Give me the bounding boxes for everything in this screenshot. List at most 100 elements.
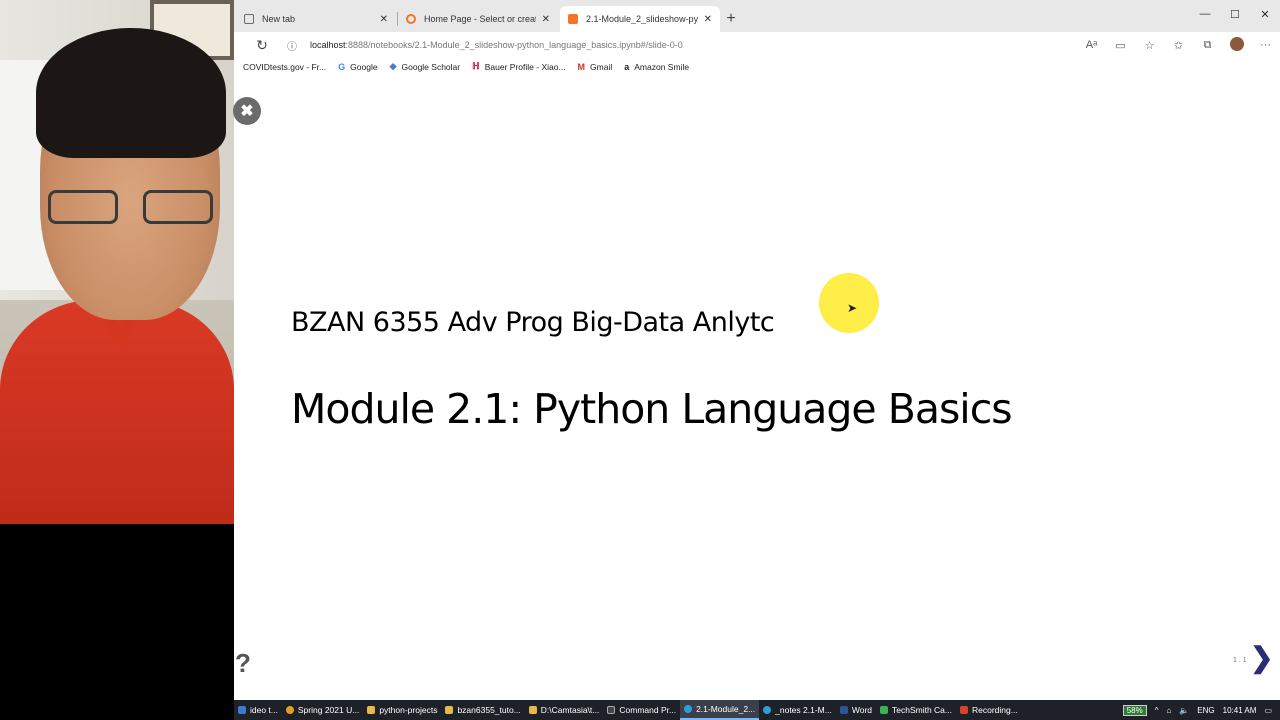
close-window-icon[interactable]: ✕ bbox=[1250, 0, 1280, 28]
browser-toolbar: Aᵃ ▭ ☆ ✩ ⧉ ··· bbox=[1077, 32, 1280, 58]
favorites-icon[interactable]: ✩ bbox=[1164, 39, 1193, 52]
bookmark-covidtests[interactable]: COVIDtests.gov - Fr... bbox=[238, 62, 326, 72]
edge-icon bbox=[763, 706, 772, 714]
chrome-icon bbox=[285, 706, 294, 714]
jupyter-icon bbox=[406, 14, 416, 24]
newtab-page-icon bbox=[244, 14, 254, 24]
tab-strip: New tab ✕ Home Page - Select or create a… bbox=[234, 0, 1280, 32]
bookmarks-bar: COVIDtests.gov - Fr... G Google ◆ Google S… bbox=[234, 58, 1280, 76]
taskbar-item-label: Recording... bbox=[972, 705, 1018, 715]
reload-icon[interactable]: ↻ bbox=[248, 37, 276, 54]
tab-label: 2.1-Module_2_slideshow-pytho bbox=[586, 14, 698, 24]
system-tray: 58% ^ ⌂ 🔈 ENG 10:41 AM ▭ bbox=[1122, 700, 1280, 720]
next-slide-chevron-icon[interactable]: ❯ bbox=[1250, 641, 1273, 674]
taskbar-item-label: D:\Camtasia\t... bbox=[540, 705, 600, 715]
folder-icon bbox=[445, 706, 454, 714]
volume-icon[interactable]: 🔈 bbox=[1179, 706, 1189, 715]
window-controls: — ☐ ✕ bbox=[1190, 0, 1280, 28]
taskbar-item[interactable]: D:\Camtasia\t... bbox=[525, 700, 604, 720]
taskbar-item-label: Spring 2021 U... bbox=[297, 705, 360, 715]
taskbar-item[interactable]: Word bbox=[836, 700, 876, 720]
battery-indicator[interactable]: 58% bbox=[1122, 704, 1147, 716]
taskbar-item[interactable]: TechSmith Ca... bbox=[876, 700, 956, 720]
url-path: :8888/notebooks/2.1-Module_2_slideshow-p… bbox=[345, 40, 683, 50]
taskbar-item-label: Word bbox=[851, 705, 872, 715]
tab-close-icon[interactable]: ✕ bbox=[542, 14, 550, 25]
slide-number: 1 . 1 bbox=[1233, 657, 1247, 664]
taskbar-item-label: ideo t... bbox=[250, 705, 278, 715]
language-indicator[interactable]: ENG bbox=[1197, 706, 1214, 715]
help-question-icon[interactable]: ? bbox=[235, 648, 251, 679]
bookmark-label: Gmail bbox=[590, 61, 613, 72]
recording-icon bbox=[960, 706, 968, 714]
read-aloud-icon[interactable]: Aᵃ bbox=[1077, 39, 1106, 51]
bookmark-bauer-profile[interactable]: ℍ Bauer Profile - Xiao... bbox=[472, 61, 565, 72]
address-bar-row: ↻ ⓘ localhost:8888/notebooks/2.1-Module_… bbox=[234, 32, 1280, 58]
collections-icon[interactable]: ⧉ bbox=[1193, 39, 1222, 52]
tray-chevron-icon[interactable]: ^ bbox=[1155, 706, 1159, 715]
taskbar-item-label: bzan6355_tuto... bbox=[457, 705, 521, 715]
taskbar-item-label: _notes 2.1-M... bbox=[775, 705, 832, 715]
black-area bbox=[0, 524, 234, 700]
new-tab-plus-icon[interactable]: + bbox=[720, 6, 742, 32]
amazon-icon: a bbox=[624, 61, 630, 72]
taskbar-item-label: TechSmith Ca... bbox=[892, 705, 952, 715]
network-icon[interactable]: ⌂ bbox=[1166, 706, 1171, 715]
tab-home-page[interactable]: Home Page - Select or create a n ✕ bbox=[397, 6, 558, 32]
folder-icon bbox=[367, 706, 376, 714]
taskbar-item[interactable]: bzan6355_tuto... bbox=[441, 700, 524, 720]
slide-title: Module 2.1: Python Language Basics bbox=[291, 385, 1013, 433]
exit-slideshow-close-icon[interactable]: ✖ bbox=[233, 97, 261, 125]
taskbar-item-label: Command Pr... bbox=[619, 705, 677, 715]
bookmark-label: Amazon Smile bbox=[634, 61, 690, 72]
taskbar-item[interactable]: _notes 2.1-M... bbox=[759, 700, 836, 720]
webcam-glasses bbox=[48, 190, 223, 230]
maximize-icon[interactable]: ☐ bbox=[1220, 0, 1250, 28]
word-icon bbox=[839, 706, 848, 714]
bookmark-amazon-smile[interactable]: a Amazon Smile bbox=[624, 62, 689, 72]
uh-icon: ℍ bbox=[472, 61, 480, 71]
webcam-hair bbox=[36, 28, 226, 158]
immersive-reader-icon[interactable]: ▭ bbox=[1106, 39, 1135, 52]
notebook-icon bbox=[568, 14, 578, 24]
slide-area: ✖ BZAN 6355 Adv Prog Big-Data Anlytc Mod… bbox=[233, 75, 1280, 700]
url-field[interactable]: ⓘ localhost:8888/notebooks/2.1-Module_2_… bbox=[284, 34, 1144, 56]
more-menu-icon[interactable]: ··· bbox=[1251, 39, 1280, 51]
taskbar-item-label: python-projects bbox=[379, 705, 438, 715]
camtasia-icon bbox=[880, 706, 888, 714]
taskbar-item[interactable]: Recording... bbox=[956, 700, 1022, 720]
bookmark-label: Bauer Profile - Xiao... bbox=[484, 61, 566, 72]
taskbar-item-active[interactable]: 2.1-Module_2... bbox=[680, 700, 760, 720]
bookmark-gmail[interactable]: M Gmail bbox=[578, 62, 613, 72]
tab-close-icon[interactable]: ✕ bbox=[704, 14, 712, 25]
notifications-icon[interactable]: ▭ bbox=[1264, 706, 1272, 715]
bookmark-google[interactable]: G Google bbox=[338, 62, 377, 72]
tab-new-tab[interactable]: New tab ✕ bbox=[236, 6, 396, 32]
gmail-icon: M bbox=[577, 61, 586, 72]
folder-icon bbox=[528, 706, 537, 714]
taskbar-item-label: 2.1-Module_2... bbox=[696, 704, 756, 714]
terminal-icon bbox=[607, 706, 616, 714]
tab-close-icon[interactable]: ✕ bbox=[380, 14, 388, 25]
add-favorite-icon[interactable]: ☆ bbox=[1135, 39, 1164, 52]
webcam-overlay bbox=[0, 0, 234, 524]
tab-module-slideshow[interactable]: 2.1-Module_2_slideshow-pytho ✕ bbox=[560, 6, 720, 32]
app-icon bbox=[238, 706, 246, 714]
minimize-icon[interactable]: — bbox=[1190, 0, 1220, 28]
taskbar-item[interactable]: Command Pr... bbox=[603, 700, 680, 720]
bookmark-label: COVIDtests.gov - Fr... bbox=[243, 61, 327, 72]
site-info-icon[interactable]: ⓘ bbox=[284, 38, 300, 53]
bookmark-google-scholar[interactable]: ◆ Google Scholar bbox=[390, 61, 461, 72]
scholar-icon: ◆ bbox=[389, 61, 397, 71]
google-icon: G bbox=[338, 61, 346, 72]
bookmark-label: Google Scholar bbox=[401, 61, 461, 72]
taskbar: ideo t... Spring 2021 U... python-projec… bbox=[234, 700, 1280, 720]
profile-avatar-icon[interactable] bbox=[1222, 36, 1251, 54]
bookmark-label: Google bbox=[350, 61, 378, 72]
taskbar-item[interactable]: Spring 2021 U... bbox=[282, 700, 363, 720]
slide-subtitle: BZAN 6355 Adv Prog Big-Data Anlytc bbox=[291, 307, 775, 338]
url-host: localhost bbox=[310, 40, 346, 50]
clock[interactable]: 10:41 AM bbox=[1223, 706, 1257, 715]
taskbar-item[interactable]: ideo t... bbox=[234, 700, 282, 720]
taskbar-item[interactable]: python-projects bbox=[363, 700, 441, 720]
